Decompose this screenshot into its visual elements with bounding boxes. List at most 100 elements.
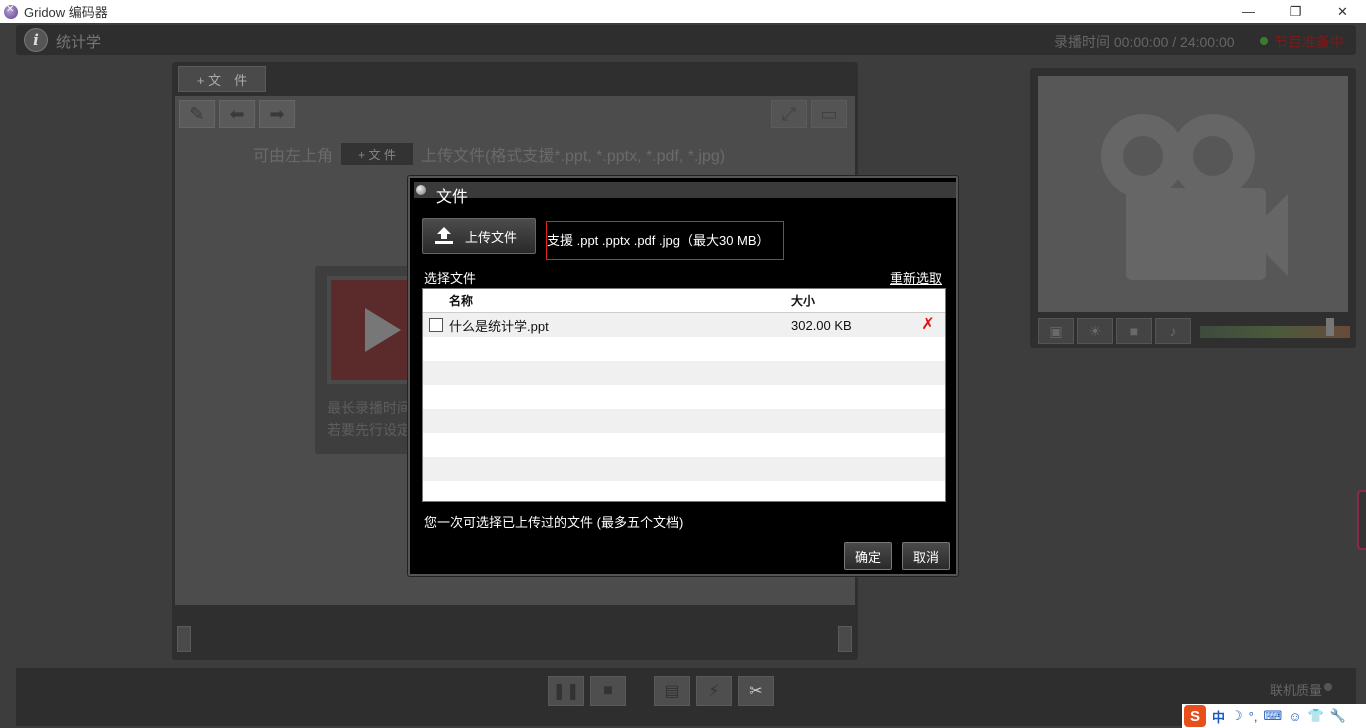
ime-punctuation-icon[interactable]: °, — [1249, 709, 1258, 724]
ok-button[interactable]: 确定 — [844, 542, 892, 570]
table-row — [423, 409, 945, 433]
ime-user-icon[interactable]: ☺ — [1288, 709, 1301, 724]
cancel-button[interactable]: 取消 — [902, 542, 950, 570]
file-name: 什么是统计学.ppt — [449, 318, 549, 334]
stop-icon: ■ — [603, 682, 613, 699]
stop-button[interactable]: ■ — [590, 676, 626, 706]
file-dialog: 文件 上传文件 支援 .ppt .pptx .pdf .jpg（最大30 MB）… — [408, 176, 958, 576]
dialog-title: 文件 — [436, 189, 469, 206]
supported-formats-box: 支援 .ppt .pptx .pdf .jpg（最大30 MB） — [546, 221, 784, 260]
table-row — [423, 385, 945, 409]
minimize-button[interactable]: — — [1225, 0, 1272, 23]
hint-suffix: 上传文件(格式支援*.ppt, *.pptx, *.pdf, *.jpg) — [421, 148, 726, 165]
program-status: 节目准备中 — [1274, 34, 1344, 50]
header-bar: i 统计学 录播时间 00:00:00 / 24:00:00 节目准备中 — [16, 25, 1356, 55]
ime-toolbar: S 中 ☽ °, ⌨ ☺ 👕 🔧 — [1182, 704, 1366, 728]
previous-page-button[interactable]: ⬅ — [219, 100, 255, 128]
file-table: 名称 大小 什么是统计学.ppt 302.00 KB ✗ — [422, 288, 946, 502]
video-thumbnail — [327, 276, 415, 384]
video-camera-icon — [1101, 114, 1288, 280]
ime-moon-icon[interactable]: ☽ — [1231, 708, 1243, 724]
network-quality-label: 联机质量 — [1270, 683, 1323, 698]
title-bar: Gridow 编码器 — ❐ ✕ — [0, 0, 1366, 23]
delete-icon[interactable]: ✗ — [921, 317, 934, 333]
ime-language-toggle[interactable]: 中 — [1212, 707, 1225, 726]
column-name-header: 名称 — [449, 294, 474, 308]
network-quality-icon — [1324, 683, 1332, 691]
broadcast-button[interactable]: ⚡ — [696, 676, 732, 706]
select-file-label: 选择文件 — [424, 271, 477, 286]
column-size-header: 大小 — [791, 294, 816, 308]
card-line-1: 最长录播时间 — [327, 400, 411, 416]
play-icon — [365, 308, 401, 352]
arrow-right-icon: ➡ — [269, 103, 285, 124]
reselect-link[interactable]: 重新选取 — [890, 268, 942, 287]
layout-icon: ▤ — [664, 683, 680, 700]
upload-hint: 可由左上角 + 文 件 上传文件(格式支援*.ppt, *.pptx, *.pd… — [253, 142, 725, 166]
window-controls: — ❐ ✕ — [1225, 0, 1366, 23]
fullscreen-button[interactable]: ▭ — [811, 100, 847, 128]
camera-button[interactable]: ■ — [1116, 318, 1152, 344]
preview-controls: ▣ ☀ ■ ♪ — [1038, 318, 1350, 344]
tools-icon: ✂ — [749, 683, 763, 700]
pen-tool-button[interactable]: ✎ — [179, 100, 215, 128]
table-row — [423, 457, 945, 481]
card-line-2: 若要先行设定 — [327, 422, 411, 438]
course-title: 统计学 — [56, 34, 102, 51]
record-time: 录播时间 00:00:00 / 24:00:00 — [1054, 34, 1235, 50]
app-logo-icon — [4, 4, 18, 19]
camera-preview — [1038, 76, 1348, 312]
selection-limit-note: 您一次可选择已上传过的文件 (最多五个文档) — [424, 515, 684, 530]
restore-button[interactable]: ❐ — [1272, 0, 1319, 23]
screen-icon: ▣ — [1049, 322, 1063, 339]
close-button[interactable]: ✕ — [1319, 0, 1366, 23]
status-indicator-icon — [1260, 37, 1268, 45]
ime-skin-icon[interactable]: 👕 — [1308, 708, 1324, 724]
upload-file-label: 上传文件 — [465, 229, 518, 245]
hint-file-chip: + 文 件 — [341, 143, 414, 165]
bottom-toolbar: ❚❚ ■ ▤ ⚡ ✂ 联机质量 — [16, 668, 1356, 726]
table-header: 名称 大小 — [423, 289, 945, 313]
dialog-bullet-icon — [416, 185, 426, 195]
broadcast-icon: ⚡ — [708, 683, 720, 700]
brightness-icon: ☀ — [1088, 322, 1102, 339]
table-row — [423, 481, 945, 501]
microphone-button[interactable]: ♪ — [1155, 318, 1191, 344]
camera-preview-panel: ▣ ☀ ■ ♪ — [1030, 68, 1356, 348]
fullscreen-icon: ▭ — [820, 103, 838, 124]
app-title: Gridow 编码器 — [24, 5, 108, 20]
settings-button[interactable]: ✂ — [738, 676, 774, 706]
screen-off-button[interactable]: ▣ — [1038, 318, 1074, 344]
volume-slider-handle[interactable] — [1326, 318, 1334, 336]
camera-icon: ■ — [1129, 323, 1139, 339]
table-row — [423, 433, 945, 457]
ime-tools-icon[interactable]: 🔧 — [1330, 708, 1346, 724]
fit-view-button[interactable]: ⤢ — [771, 100, 807, 128]
row-checkbox[interactable] — [429, 318, 443, 332]
microphone-icon: ♪ — [1169, 323, 1177, 339]
pause-icon: ❚❚ — [552, 683, 580, 700]
pencil-icon: ✎ — [189, 103, 205, 124]
scroll-right-button[interactable] — [838, 626, 852, 652]
table-row[interactable]: 什么是统计学.ppt 302.00 KB ✗ — [423, 313, 945, 337]
supported-formats-text: 支援 .ppt .pptx .pdf .jpg（最大30 MB） — [547, 233, 770, 248]
video-card: 最长录播时间 若要先行设定 — [315, 266, 415, 454]
ime-keyboard-icon[interactable]: ⌨ — [1263, 708, 1282, 724]
scroll-left-button[interactable] — [177, 626, 191, 652]
next-page-button[interactable]: ➡ — [259, 100, 295, 128]
upload-icon — [435, 227, 453, 244]
dialog-header — [414, 182, 956, 198]
pause-button[interactable]: ❚❚ — [548, 676, 584, 706]
arrow-left-icon: ⬅ — [229, 103, 245, 124]
resize-icon: ⤢ — [781, 103, 797, 124]
side-handle[interactable] — [1357, 490, 1366, 550]
brightness-button[interactable]: ☀ — [1077, 318, 1113, 344]
info-icon[interactable]: i — [24, 28, 48, 52]
file-size: 302.00 KB — [791, 317, 852, 333]
sogou-logo-icon[interactable]: S — [1184, 705, 1206, 727]
upload-file-button[interactable]: 上传文件 — [422, 218, 536, 254]
layout-button[interactable]: ▤ — [654, 676, 690, 706]
file-tab[interactable]: + 文 件 — [178, 66, 266, 92]
table-row — [423, 337, 945, 361]
table-row — [423, 361, 945, 385]
